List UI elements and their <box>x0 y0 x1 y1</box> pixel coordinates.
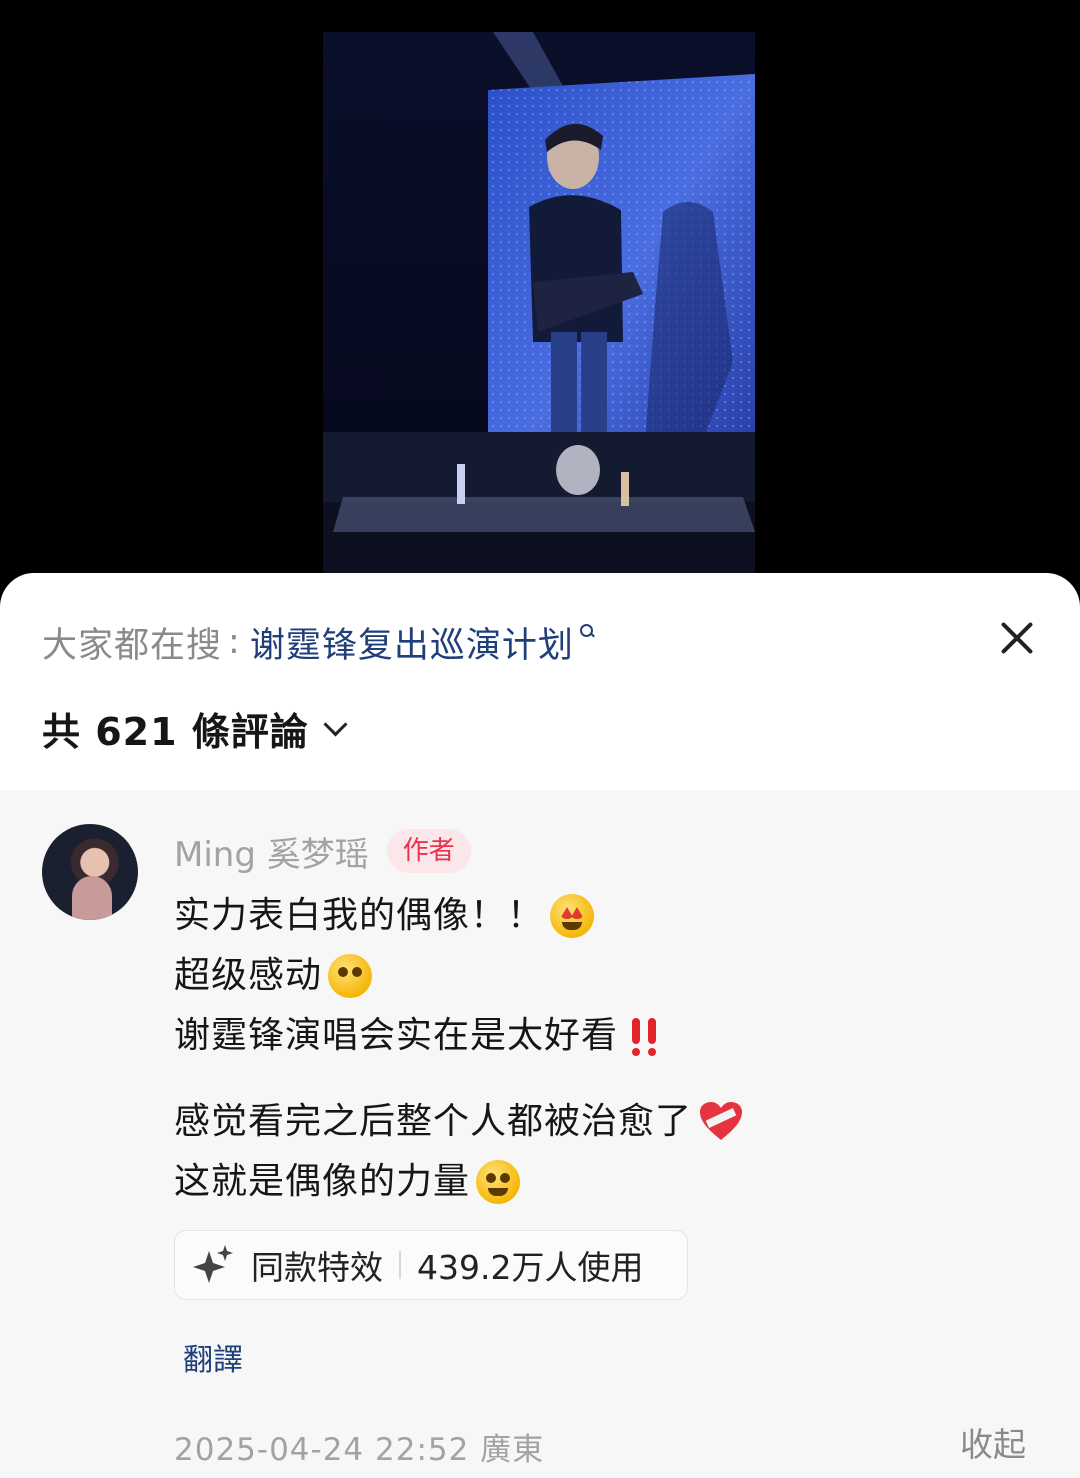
collapse-button[interactable]: 收起 <box>960 1418 1026 1466</box>
chip-divider <box>399 1251 401 1279</box>
comment-line: 谢霆锋演唱会实在是太好看 <box>174 1015 619 1056</box>
comment-count: 共 621 條評論 <box>42 709 309 754</box>
comment-sheet: 大家都在搜 : 谢霆锋复出巡演计划 共 621 條評論 Ming 奚梦瑶 作者 … <box>0 573 1080 1478</box>
comment-line: 实力表白我的偶像！！ <box>174 895 545 936</box>
translate-link[interactable]: 翻譯 <box>183 1335 243 1379</box>
hugging-face-icon <box>476 1160 521 1204</box>
video-player[interactable] <box>0 0 1080 600</box>
star-struck-icon <box>550 894 595 938</box>
comment-timestamp-location: 2025-04-24 22:52 廣東 <box>174 1432 545 1468</box>
trending-search-colon: : <box>228 622 240 662</box>
pleading-face-icon <box>328 954 373 998</box>
concert-photo <box>323 32 755 577</box>
chevron-down-icon <box>323 711 348 737</box>
comment-text: 实力表白我的偶像！！ 超级感动 谢霆锋演唱会实在是太好看 感觉看完之后整个人都被… <box>174 886 1034 1212</box>
comment-author-row: Ming 奚梦瑶 作者 <box>174 826 471 876</box>
mending-heart-icon <box>698 1100 744 1144</box>
close-icon[interactable] <box>994 615 1040 661</box>
author-name[interactable]: Ming 奚梦瑶 <box>174 827 369 876</box>
comment-line: 感觉看完之后整个人都被治愈了 <box>174 1101 693 1142</box>
comment-line: 超级感动 <box>174 955 323 996</box>
comment-count-dropdown[interactable]: 共 621 條評論 <box>42 703 348 754</box>
double-exclamation-icon <box>624 1014 664 1058</box>
trending-search-query[interactable]: 谢霆锋复出巡演计划 <box>250 617 574 668</box>
comment-item: Ming 奚梦瑶 作者 实力表白我的偶像！！ 超级感动 谢霆锋演唱会实在是太好看… <box>0 790 1080 1478</box>
sparkle-icon <box>193 1245 233 1285</box>
same-effect-button[interactable]: 同款特效 439.2万人使用 <box>174 1230 688 1300</box>
search-icon <box>579 624 595 638</box>
trending-search-prefix: 大家都在搜 <box>42 625 223 666</box>
trending-search-row[interactable]: 大家都在搜 : 谢霆锋复出巡演计划 <box>42 617 595 668</box>
effect-label: 同款特效 <box>251 1248 383 1287</box>
author-badge: 作者 <box>386 829 471 873</box>
effect-user-count: 439.2万人使用 <box>417 1248 644 1287</box>
avatar[interactable] <box>42 824 138 920</box>
comment-line: 这就是偶像的力量 <box>174 1161 471 1202</box>
